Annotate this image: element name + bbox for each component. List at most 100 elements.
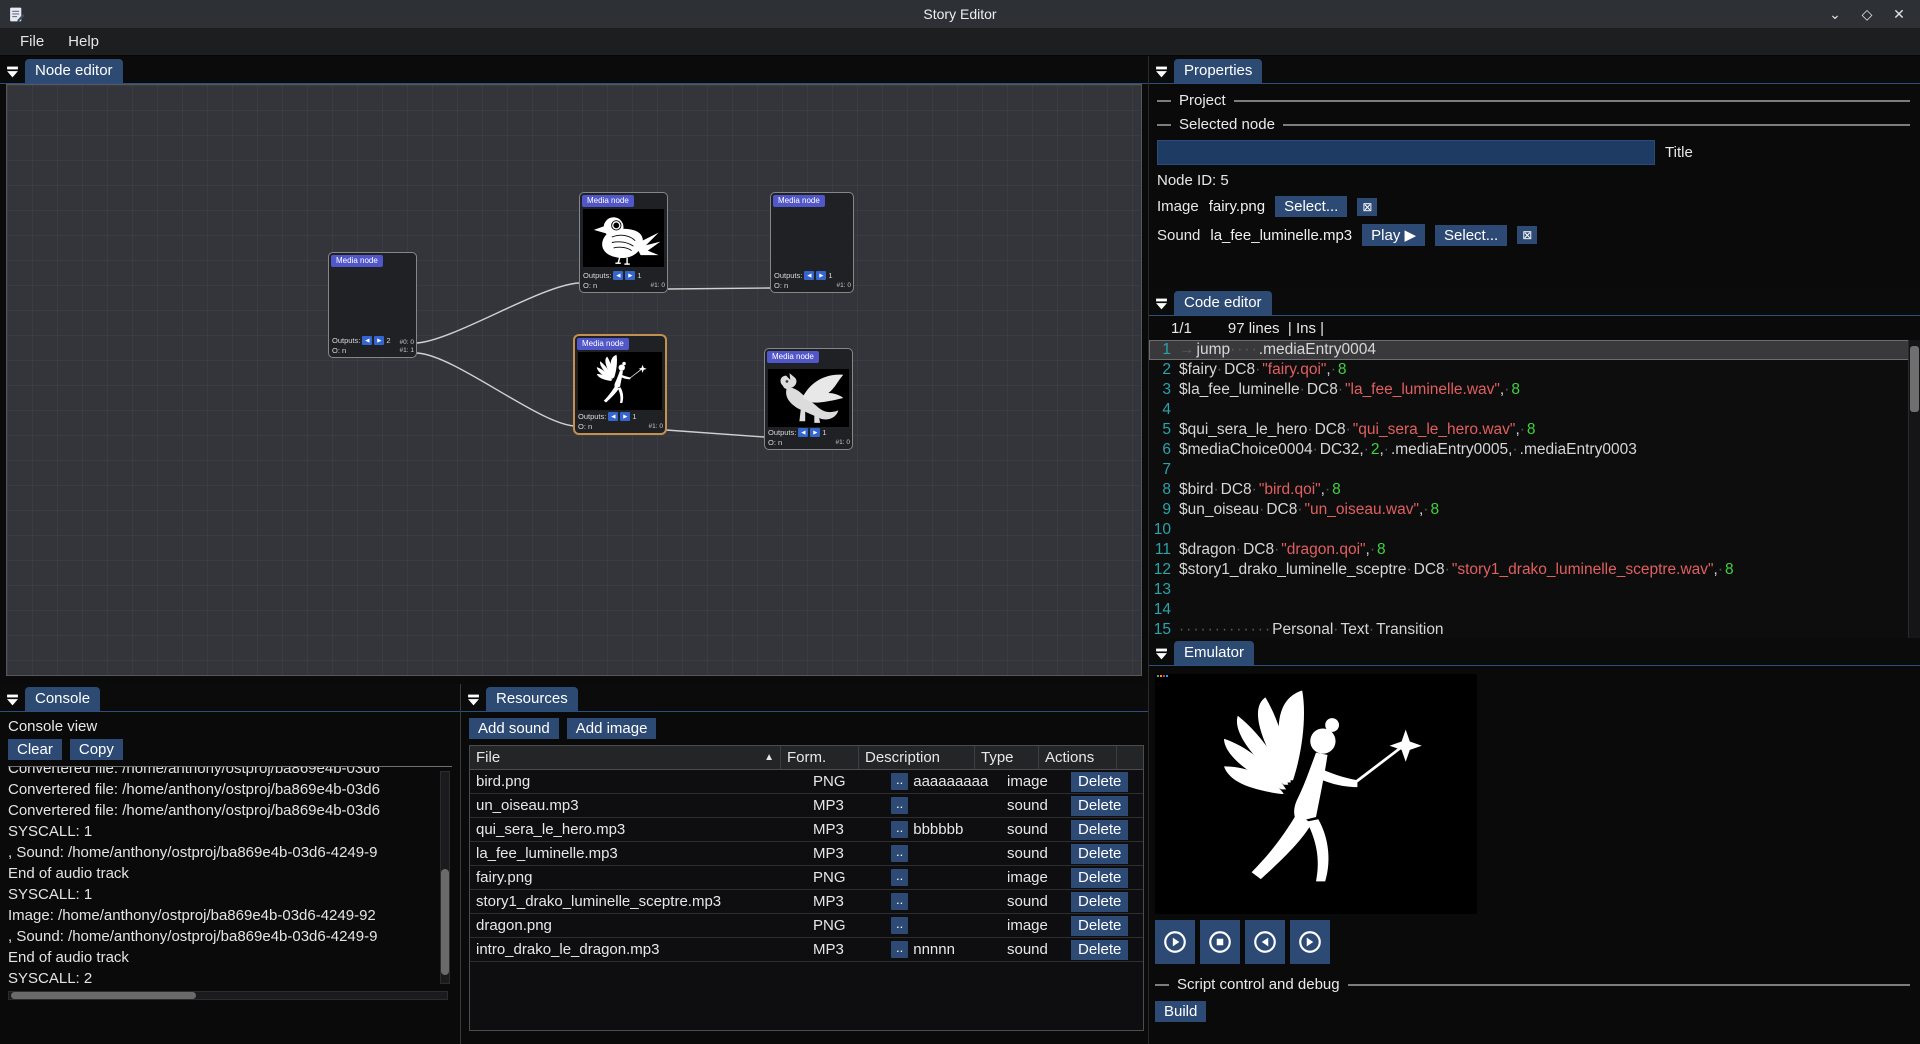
tab-console[interactable]: Console <box>25 687 100 711</box>
table-row[interactable]: story1_drako_luminelle_sceptre.mp3MP3..s… <box>470 890 1143 914</box>
line-number: 12 <box>1149 560 1179 580</box>
decrease-outputs-button[interactable]: ◀ <box>362 336 372 345</box>
menu-file[interactable]: File <box>10 31 54 52</box>
node-empty[interactable]: Media node Outputs: ◀ ▶ 1 O: n #1: 0 <box>770 192 854 293</box>
delete-button[interactable]: Delete <box>1071 796 1128 816</box>
sound-clear-button[interactable]: ⊠ <box>1517 226 1537 244</box>
stop-button[interactable] <box>1200 920 1240 964</box>
outputs-label: Outputs: <box>332 336 360 345</box>
scrollbar-thumb[interactable] <box>1910 346 1919 412</box>
table-row[interactable]: qui_sera_le_hero.mp3MP3..bbbbbbsoundDele… <box>470 818 1143 842</box>
edit-description-button[interactable]: .. <box>891 941 908 958</box>
image-clear-button[interactable]: ⊠ <box>1357 198 1377 216</box>
delete-button[interactable]: Delete <box>1071 868 1128 888</box>
node-fairy[interactable]: Media node <box>574 335 666 434</box>
edit-description-button[interactable]: .. <box>891 797 908 814</box>
add-image-button[interactable]: Add image <box>567 718 657 739</box>
actions-cell: Delete <box>1065 914 1143 937</box>
decrease-outputs-button[interactable]: ◀ <box>804 271 814 280</box>
resources-table: File ▲ Form. Description Type Actions bi… <box>469 745 1144 1031</box>
edit-description-button[interactable]: .. <box>891 773 908 790</box>
output-pins[interactable]: #0: 0 #1: 1 <box>400 339 414 355</box>
build-button[interactable]: Build <box>1155 1001 1206 1022</box>
sound-play-button[interactable]: Play ▶ <box>1362 224 1425 246</box>
scrollbar-thumb[interactable] <box>441 869 449 975</box>
increase-outputs-button[interactable]: ▶ <box>810 428 820 437</box>
column-header-format[interactable]: Form. <box>781 746 859 769</box>
actions-cell: Delete <box>1065 890 1143 913</box>
collapse-icon[interactable] <box>1155 648 1168 660</box>
delete-button[interactable]: Delete <box>1071 844 1128 864</box>
edit-description-button[interactable]: .. <box>891 845 908 862</box>
increase-outputs-button[interactable]: ▶ <box>816 271 826 280</box>
emulator-screen[interactable] <box>1155 674 1477 914</box>
collapse-icon[interactable] <box>467 694 480 706</box>
tab-node-editor[interactable]: Node editor <box>25 59 123 83</box>
line-number: 10 <box>1149 520 1179 540</box>
console-log[interactable]: Convertered file: /home/anthony/ostproj/… <box>8 766 452 988</box>
decrease-outputs-button[interactable]: ◀ <box>608 412 618 421</box>
collapse-icon[interactable] <box>6 694 19 706</box>
table-row[interactable]: la_fee_luminelle.mp3MP3..soundDelete <box>470 842 1143 866</box>
edit-description-button[interactable]: .. <box>891 917 908 934</box>
clear-button[interactable]: Clear <box>8 739 62 760</box>
table-row[interactable]: intro_drako_le_dragon.mp3MP3..nnnnnsound… <box>470 938 1143 962</box>
collapse-icon[interactable] <box>6 66 19 78</box>
table-row[interactable]: dragon.pngPNG..imageDelete <box>470 914 1143 938</box>
description-text: aaaaaaaaa <box>913 773 988 790</box>
output-pins[interactable]: #1: 0 <box>651 282 665 290</box>
step-forward-button[interactable] <box>1290 920 1330 964</box>
column-header-file[interactable]: File ▲ <box>470 746 781 769</box>
sound-select-button[interactable]: Select... <box>1435 225 1507 246</box>
add-sound-button[interactable]: Add sound <box>469 718 559 739</box>
column-header-description[interactable]: Description <box>859 746 975 769</box>
code-editor-text-area[interactable]: 1→jump····.mediaEntry00042$fairy·DC8·"fa… <box>1149 340 1920 638</box>
play-button[interactable] <box>1155 920 1195 964</box>
copy-button[interactable]: Copy <box>70 739 123 760</box>
node-canvas[interactable]: Media node Outputs: ◀ ▶ 2 O: n #0: 0 <box>6 84 1142 676</box>
delete-button[interactable]: Delete <box>1071 772 1128 792</box>
collapse-icon[interactable] <box>1155 298 1168 310</box>
tab-properties[interactable]: Properties <box>1174 59 1262 83</box>
image-select-button[interactable]: Select... <box>1275 196 1347 217</box>
collapse-icon[interactable] <box>1155 66 1168 78</box>
line-number: 9 <box>1149 500 1179 520</box>
close-icon[interactable]: ✕ <box>1890 6 1908 23</box>
minimize-icon[interactable]: ⌄ <box>1826 6 1844 23</box>
decrease-outputs-button[interactable]: ◀ <box>798 428 808 437</box>
scrollbar-thumb[interactable] <box>11 992 196 999</box>
increase-outputs-button[interactable]: ▶ <box>374 336 384 345</box>
tab-resources[interactable]: Resources <box>486 687 578 711</box>
delete-button[interactable]: Delete <box>1071 820 1128 840</box>
column-header-actions[interactable]: Actions <box>1039 746 1117 769</box>
code-editor-scrollbar[interactable] <box>1908 340 1920 638</box>
increase-outputs-button[interactable]: ▶ <box>625 271 635 280</box>
output-pins[interactable]: #1: 0 <box>649 423 663 431</box>
table-row[interactable]: un_oiseau.mp3MP3..soundDelete <box>470 794 1143 818</box>
menu-help[interactable]: Help <box>58 31 109 52</box>
node-bird[interactable]: Media node <box>579 192 668 293</box>
tab-code-editor[interactable]: Code editor <box>1174 291 1272 315</box>
increase-outputs-button[interactable]: ▶ <box>620 412 630 421</box>
delete-button[interactable]: Delete <box>1071 940 1128 960</box>
edit-description-button[interactable]: .. <box>891 821 908 838</box>
node-dragon[interactable]: Media node Outputs: ◀ ▶ 1 O: n #1: 0 <box>764 348 853 450</box>
step-back-button[interactable] <box>1245 920 1285 964</box>
maximize-icon[interactable]: ◇ <box>1858 6 1876 23</box>
output-pins[interactable]: #1: 0 <box>836 439 850 447</box>
console-horizontal-scrollbar[interactable] <box>8 991 448 1000</box>
delete-button[interactable]: Delete <box>1071 892 1128 912</box>
code-line: 1→jump····.mediaEntry0004 <box>1149 340 1920 360</box>
delete-button[interactable]: Delete <box>1071 916 1128 936</box>
column-header-type[interactable]: Type <box>975 746 1039 769</box>
title-input[interactable] <box>1157 140 1655 165</box>
output-pins[interactable]: #1: 0 <box>837 282 851 290</box>
edit-description-button[interactable]: .. <box>891 893 908 910</box>
table-row[interactable]: fairy.pngPNG..imageDelete <box>470 866 1143 890</box>
edit-description-button[interactable]: .. <box>891 869 908 886</box>
decrease-outputs-button[interactable]: ◀ <box>613 271 623 280</box>
console-vertical-scrollbar[interactable] <box>440 771 450 984</box>
tab-emulator[interactable]: Emulator <box>1174 641 1254 665</box>
table-row[interactable]: bird.pngPNG..aaaaaaaaaimageDelete <box>470 770 1143 794</box>
node-start[interactable]: Media node Outputs: ◀ ▶ 2 O: n #0: 0 <box>328 252 417 358</box>
